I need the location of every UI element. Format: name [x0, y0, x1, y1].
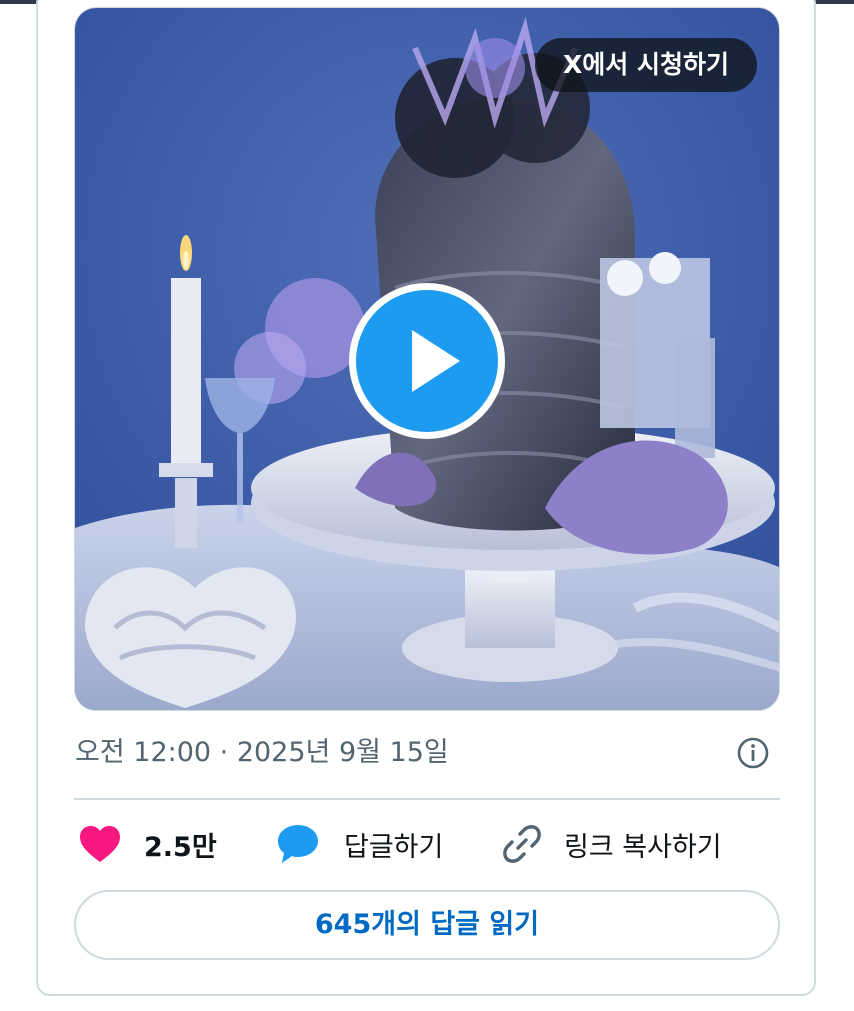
video-thumbnail[interactable]: X에서 시청하기	[74, 7, 780, 711]
tweet-timestamp[interactable]: 오전 12:00 · 2025년 9월 15일	[75, 730, 449, 769]
watch-on-x-button[interactable]: X에서 시청하기	[535, 38, 757, 92]
play-icon	[412, 330, 460, 392]
reply-button[interactable]: 답글하기	[276, 818, 443, 870]
like-count: 2.5만	[144, 831, 217, 863]
reply-label: 답글하기	[344, 831, 444, 863]
copy-link-button[interactable]: 링크 복사하기	[500, 818, 722, 870]
play-button[interactable]	[349, 283, 505, 439]
like-button[interactable]: 2.5만	[78, 818, 217, 870]
divider	[74, 798, 780, 800]
info-icon[interactable]	[736, 736, 770, 770]
read-replies-button[interactable]: 645개의 답글 읽기	[74, 890, 780, 960]
copy-link-label: 링크 복사하기	[564, 831, 722, 863]
link-icon	[503, 825, 541, 863]
heart-icon	[80, 826, 120, 862]
reply-bubble-icon	[278, 825, 318, 863]
